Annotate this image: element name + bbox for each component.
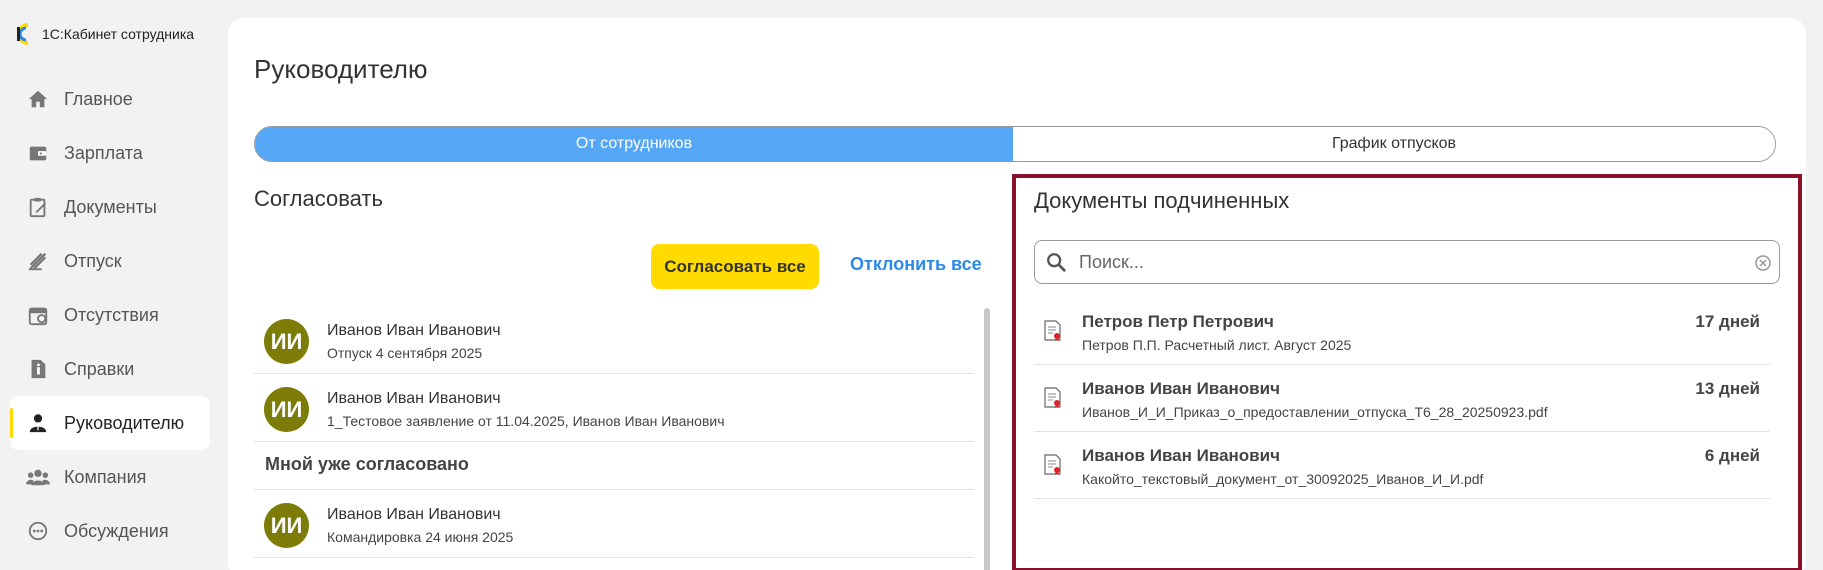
list-item[interactable]: Петров Петр Петрович Петров П.П. Расчетн… <box>1034 298 1770 365</box>
sidebar-item-label: Компания <box>64 466 147 487</box>
sidebar-item-label: Отпуск <box>64 250 122 271</box>
clear-icon[interactable] <box>1755 255 1771 271</box>
people-icon <box>26 465 50 489</box>
sidebar-item-absences[interactable]: Отсутствия <box>10 288 210 342</box>
sidebar-item-label: Руководителю <box>64 412 185 433</box>
signed-document-icon <box>1044 320 1062 342</box>
file-info-icon <box>26 357 50 381</box>
sidebar-item-label: Документы <box>64 196 157 217</box>
request-detail: Командировка 24 июня 2025 <box>327 529 514 545</box>
document-age: 6 дней <box>1704 446 1760 465</box>
tab-bar: От сотрудников График отпусков <box>254 126 1776 162</box>
request-detail: Отпуск 4 сентября 2025 <box>327 345 483 361</box>
list-item[interactable]: Иванов Иван Иванович Какойто_текстовый_д… <box>1034 432 1770 499</box>
request-employee-name: Иванов Иван Иванович <box>327 506 501 523</box>
sidebar-item-label: Зарплата <box>64 142 143 163</box>
approve-all-button[interactable]: Согласовать все <box>651 244 819 289</box>
document-file-name: Петров П.П. Расчетный лист. Август 2025 <box>1082 337 1352 353</box>
tab-vacation-schedule[interactable]: График отпусков <box>1013 127 1775 161</box>
avatar: ИИ <box>264 503 309 548</box>
page-title: Руководителю <box>254 54 428 84</box>
clipboard-icon <box>26 195 50 219</box>
sidebar-item-home[interactable]: Главное <box>10 72 210 126</box>
avatar: ИИ <box>264 319 309 364</box>
document-employee-name: Иванов Иван Иванович <box>1082 379 1280 398</box>
wallet-icon <box>26 141 50 165</box>
list-item[interactable]: ИИ Иванов Иван Иванович Командировка 24 … <box>254 490 974 558</box>
logo-icon <box>14 22 34 46</box>
main-content: Руководителю От сотрудников График отпус… <box>228 18 1806 570</box>
sidebar-item-discussions[interactable]: Обсуждения <box>10 504 210 558</box>
search-icon <box>1045 251 1067 273</box>
list-item[interactable]: Иванов Иван Иванович Иванов_И_И_Приказ_о… <box>1034 365 1770 432</box>
beach-icon <box>26 249 50 273</box>
sidebar-item-company[interactable]: Компания <box>10 450 210 504</box>
sidebar-item-label: Отсутствия <box>64 304 159 325</box>
sidebar-nav: Главное Зарплата Документы Отпуск Отсутс… <box>10 72 210 558</box>
document-file-name: Иванов_И_И_Приказ_о_предоставлении_отпус… <box>1082 404 1548 420</box>
calendar-icon <box>26 303 50 327</box>
sidebar-item-certificates[interactable]: Справки <box>10 342 210 396</box>
app-logo[interactable]: 1С:Кабинет сотрудника <box>14 22 194 46</box>
document-employee-name: Петров Петр Петрович <box>1082 312 1274 331</box>
signed-document-icon <box>1044 454 1062 476</box>
sidebar: 1С:Кабинет сотрудника Главное Зарплата Д… <box>0 0 225 570</box>
home-icon <box>26 87 50 111</box>
manager-icon <box>26 411 50 435</box>
list-scrollbar[interactable] <box>984 308 990 570</box>
list-item[interactable]: ИИ Иванов Иван Иванович Отпуск 4 сентябр… <box>254 306 974 374</box>
app-title: 1С:Кабинет сотрудника <box>42 26 195 42</box>
request-detail: 1_Тестовое заявление от 11.04.2025, Иван… <box>327 413 725 429</box>
subordinate-documents-panel: Документы подчиненных Петров Петр Петров… <box>1012 174 1802 570</box>
sidebar-item-vacation[interactable]: Отпуск <box>10 234 210 288</box>
sidebar-item-documents[interactable]: Документы <box>10 180 210 234</box>
chat-icon <box>26 519 50 543</box>
document-employee-name: Иванов Иван Иванович <box>1082 446 1280 465</box>
document-age: 17 дней <box>1695 312 1760 331</box>
documents-list: Петров Петр Петрович Петров П.П. Расчетн… <box>1034 298 1770 499</box>
request-employee-name: Иванов Иван Иванович <box>327 390 501 407</box>
sidebar-item-manager[interactable]: Руководителю <box>10 396 210 450</box>
approve-section-title: Согласовать <box>254 186 383 211</box>
approved-group-label: Мной уже согласовано <box>254 442 974 490</box>
list-item[interactable]: ИИ Иванов Иван Иванович 1_Тестовое заявл… <box>254 374 974 442</box>
sidebar-item-label: Справки <box>64 358 135 379</box>
reject-all-link[interactable]: Отклонить все <box>850 254 982 275</box>
sidebar-item-label: Обсуждения <box>64 520 169 541</box>
tab-from-employees[interactable]: От сотрудников <box>255 127 1013 161</box>
avatar: ИИ <box>264 387 309 432</box>
sidebar-item-salary[interactable]: Зарплата <box>10 126 210 180</box>
document-file-name: Какойто_текстовый_документ_от_30092025_И… <box>1082 471 1484 487</box>
search-input[interactable] <box>1079 251 1719 273</box>
document-age: 13 дней <box>1695 379 1760 398</box>
sidebar-item-label: Главное <box>64 88 133 109</box>
search-box <box>1034 240 1780 284</box>
approval-list: ИИ Иванов Иван Иванович Отпуск 4 сентябр… <box>254 306 974 558</box>
signed-document-icon <box>1044 387 1062 409</box>
request-employee-name: Иванов Иван Иванович <box>327 322 501 339</box>
docs-section-title: Документы подчиненных <box>1034 188 1290 213</box>
